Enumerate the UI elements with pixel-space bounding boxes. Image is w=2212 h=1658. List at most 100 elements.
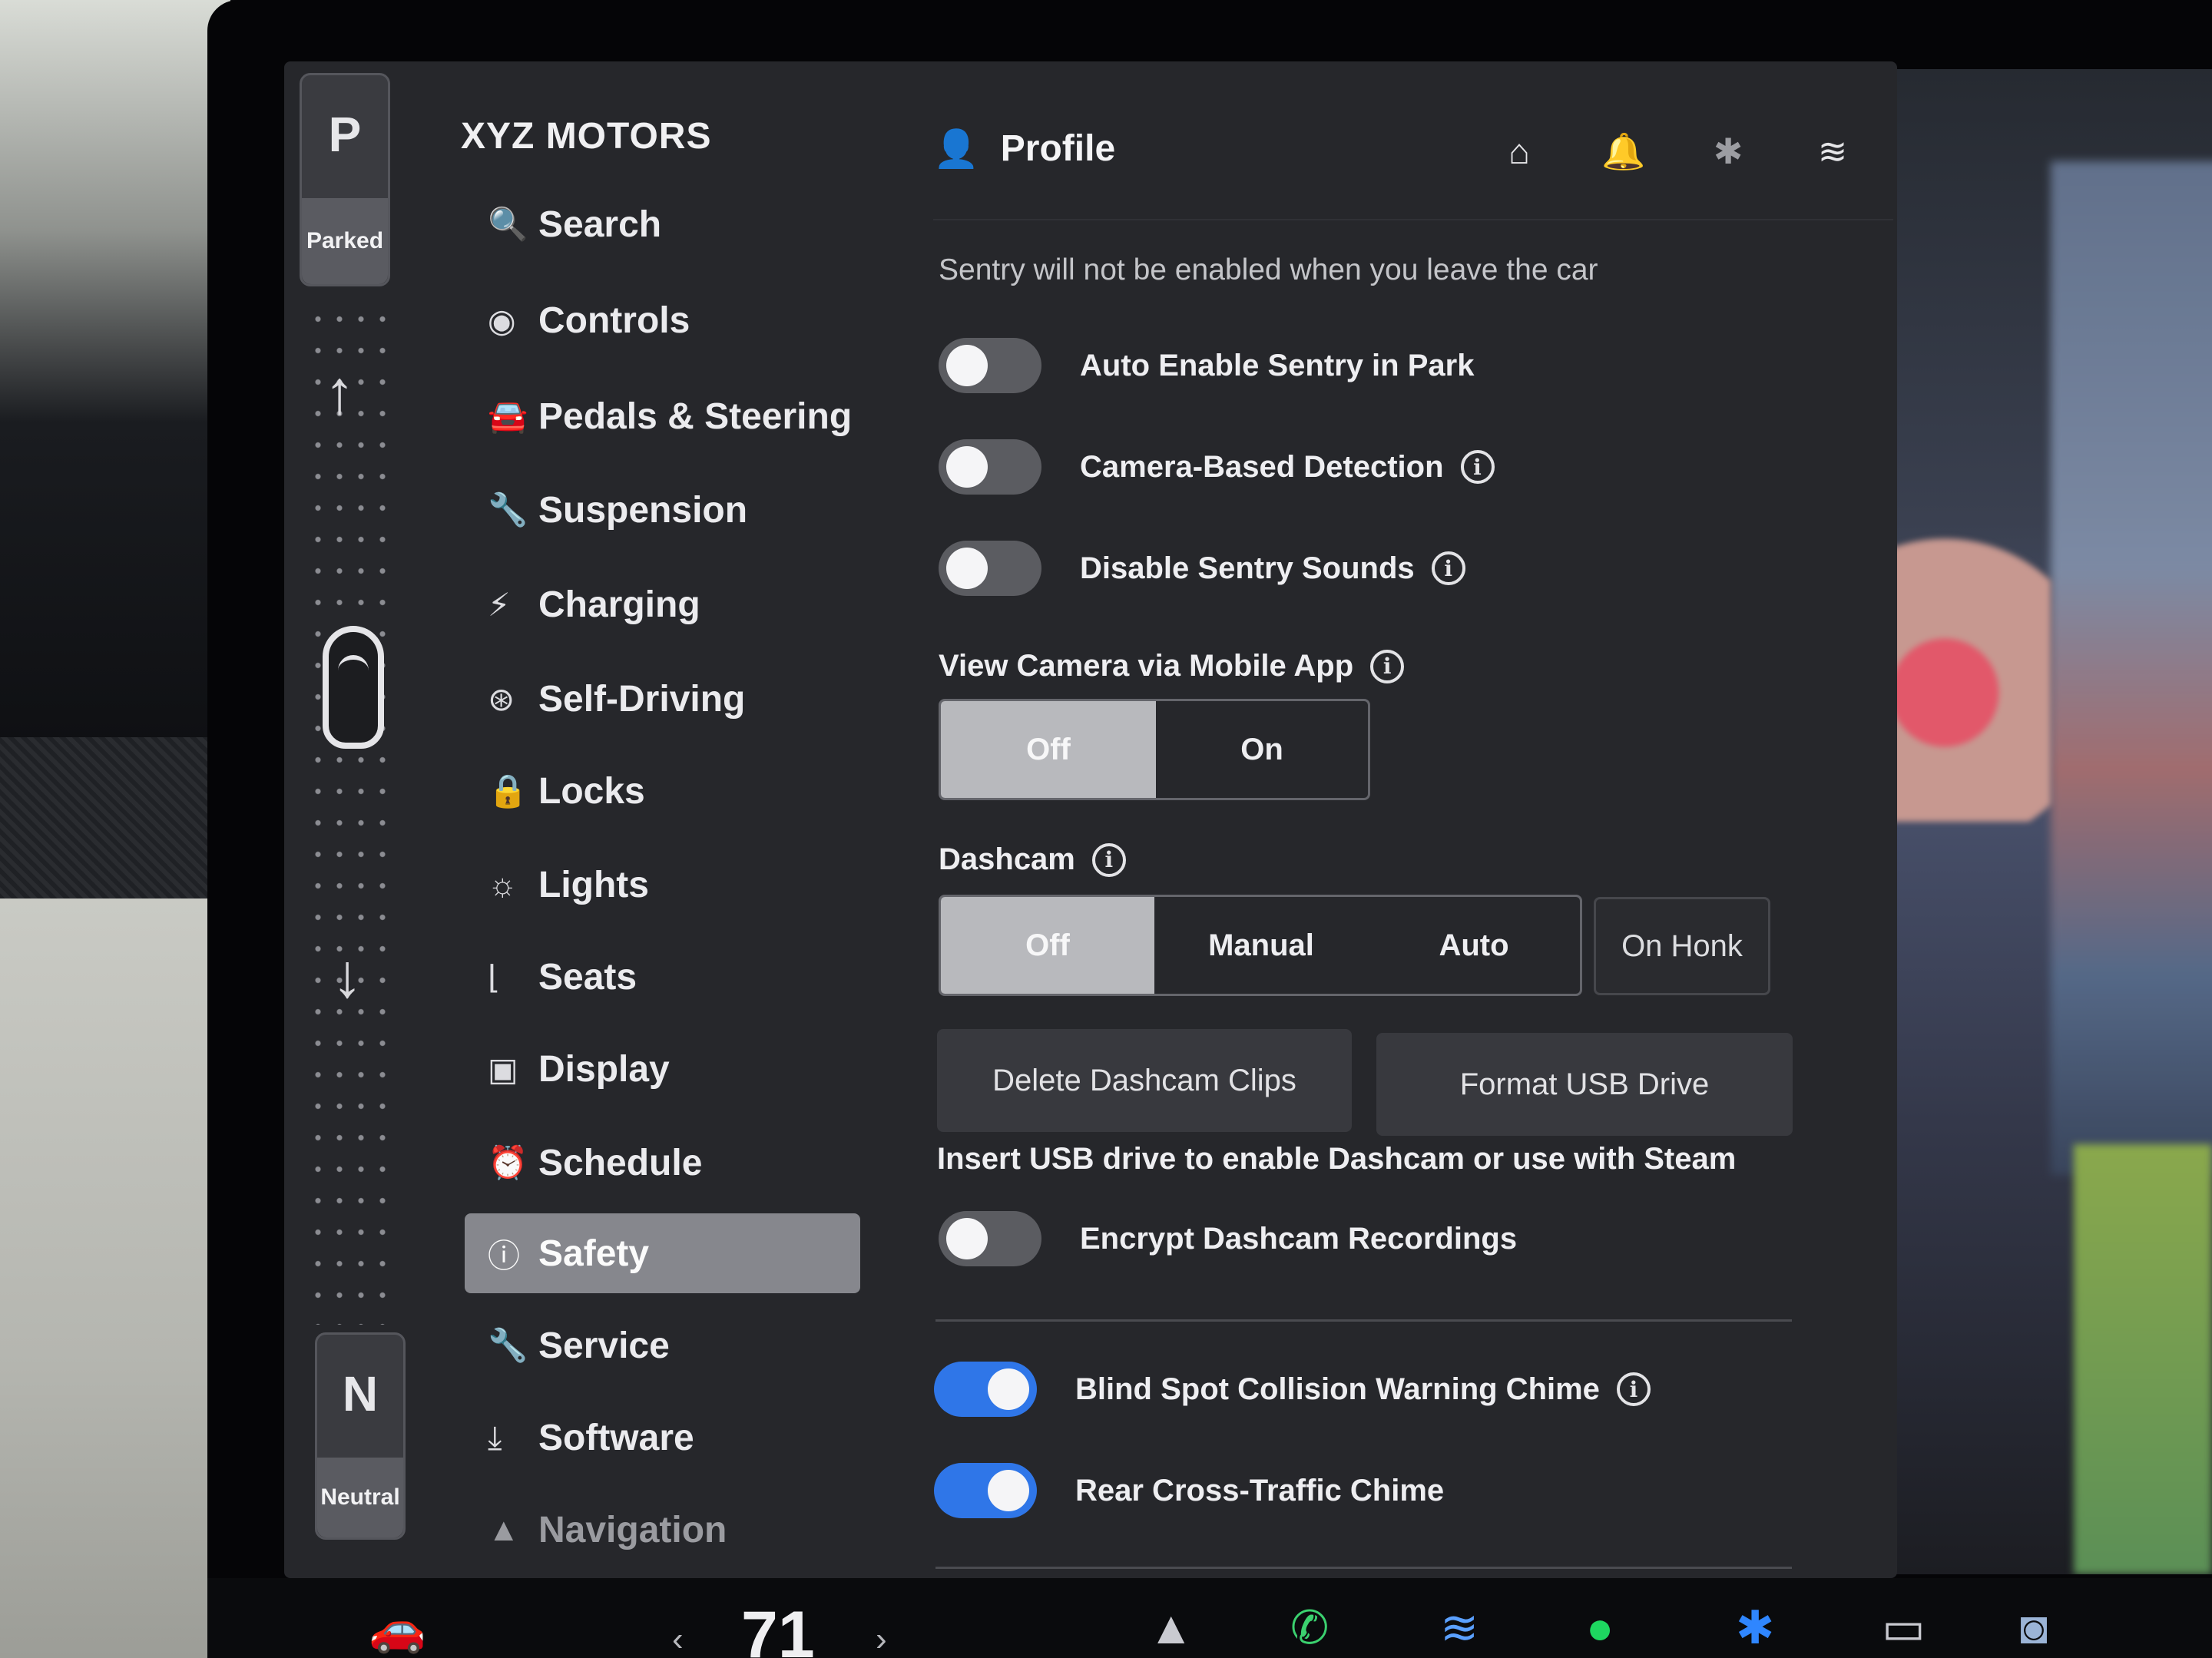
- lock-icon: 🔒: [488, 772, 528, 809]
- sidebar-item-label: Display: [538, 1048, 670, 1090]
- gear-neutral-state: Neutral: [317, 1458, 403, 1537]
- sidebar-item-self-driving[interactable]: ⊛ Self-Driving: [465, 659, 860, 739]
- sidebar-item-locks[interactable]: 🔒 Locks: [465, 751, 860, 831]
- wrench-icon: 🔧: [488, 1326, 528, 1363]
- format-usb-drive-button[interactable]: Format USB Drive: [1376, 1033, 1793, 1136]
- rear-cross-traffic-toggle[interactable]: [934, 1463, 1037, 1518]
- encrypt-dashcam-toggle[interactable]: [939, 1211, 1041, 1266]
- sidebar-item-safety[interactable]: ⓘ Safety: [465, 1213, 860, 1293]
- sidebar-item-software[interactable]: ⤓ Software: [465, 1398, 860, 1478]
- toggle-icon: ◉: [488, 302, 516, 339]
- camera-view-panel: [1874, 69, 2212, 1574]
- toggle-knob: [988, 1470, 1029, 1511]
- view-camera-title-text: View Camera via Mobile App: [939, 649, 1354, 683]
- camera-feed-lower: [2074, 1144, 2212, 1574]
- view-camera-off-option[interactable]: Off: [941, 701, 1156, 798]
- info-icon[interactable]: i: [1431, 551, 1465, 585]
- dashcam-off-option[interactable]: Off: [941, 897, 1154, 994]
- gear-slider-track[interactable]: [307, 303, 392, 1325]
- bell-icon[interactable]: 🔔: [1571, 131, 1676, 173]
- sidebar-item-controls[interactable]: ◉ Controls: [465, 280, 860, 360]
- background-photo-top: [0, 0, 230, 768]
- toggle-knob: [946, 548, 988, 589]
- sidebar-item-label: Self-Driving: [538, 678, 746, 720]
- gear-park-indicator[interactable]: P Parked: [300, 73, 390, 286]
- info-icon[interactable]: i: [1616, 1372, 1651, 1406]
- header-divider: [933, 219, 1893, 220]
- arrow-down-icon: ↓: [332, 942, 363, 1010]
- blind-spot-chime-label: Blind Spot Collision Warning Chime: [1075, 1372, 1600, 1406]
- spotify-icon[interactable]: ●: [1586, 1601, 1614, 1654]
- gear-neutral-indicator[interactable]: N Neutral: [315, 1332, 406, 1540]
- disable-sentry-sounds-label: Disable Sentry Sounds: [1080, 551, 1415, 585]
- sidebar-item-display[interactable]: ▣ Display: [465, 1029, 860, 1109]
- car-icon[interactable]: 🚗: [369, 1601, 426, 1656]
- garage-icon[interactable]: ⌂: [1467, 131, 1571, 173]
- toggle-row-rear-cross-traffic: Rear Cross-Traffic Chime: [934, 1463, 1444, 1518]
- phone-icon[interactable]: ✆: [1290, 1601, 1329, 1655]
- arrow-up-icon: ↑: [324, 358, 355, 426]
- sidebar-item-schedule[interactable]: ⏰ Schedule: [465, 1123, 860, 1203]
- delete-dashcam-clips-button[interactable]: Delete Dashcam Clips: [937, 1029, 1352, 1132]
- sidebar-item-charging[interactable]: ⚡ Charging: [465, 564, 860, 644]
- camera-based-detection-toggle[interactable]: [939, 439, 1041, 495]
- sidebar-item-suspension[interactable]: 🔧 Suspension: [465, 470, 860, 550]
- dashcam-on-honk-option[interactable]: On Honk: [1594, 897, 1770, 995]
- toggle-knob: [946, 345, 988, 386]
- sidebar-item-service[interactable]: 🔧 Service: [465, 1306, 860, 1385]
- dashcam-auto-option[interactable]: Auto: [1368, 897, 1580, 994]
- camera-app-icon[interactable]: ◙: [2020, 1601, 2048, 1654]
- gear-neutral-letter: N: [342, 1366, 379, 1421]
- sidebar-item-label: Navigation: [538, 1509, 727, 1550]
- toggle-row-blind-spot-chime: Blind Spot Collision Warning Chime i: [934, 1362, 1651, 1417]
- gear-selector[interactable]: P Parked ↑ ↓ N Neutral: [300, 73, 407, 1547]
- toggle-knob: [946, 1218, 988, 1259]
- wifi-icon[interactable]: ≋: [1780, 131, 1885, 173]
- section-divider: [935, 1319, 1792, 1322]
- temperature-display[interactable]: 71: [741, 1597, 815, 1658]
- calendar-icon[interactable]: ▭: [1882, 1601, 1926, 1655]
- toggle-row-auto-enable-sentry: Auto Enable Sentry in Park: [939, 338, 1474, 393]
- steering-wheel-icon: ⊛: [488, 680, 515, 717]
- sidebar-item-navigation[interactable]: ▲ Navigation: [465, 1490, 860, 1570]
- background-carbon-trim: [0, 737, 230, 906]
- profile-label: Profile: [1000, 128, 1116, 169]
- toggle-row-disable-sentry-sounds: Disable Sentry Sounds i: [939, 541, 1465, 596]
- lightning-icon: ⚡: [488, 586, 511, 623]
- camera-feed-image: [2051, 161, 2212, 1175]
- info-icon[interactable]: i: [1460, 450, 1495, 484]
- toggle-knob: [946, 446, 988, 488]
- status-bar: ⌂ 🔔 ✱ ≋: [1467, 131, 1885, 173]
- sidebar-item-lights[interactable]: ☼ Lights: [465, 845, 860, 925]
- info-icon[interactable]: i: [1370, 649, 1405, 683]
- auto-enable-sentry-toggle[interactable]: [939, 338, 1041, 393]
- encrypt-dashcam-label: Encrypt Dashcam Recordings: [1080, 1221, 1518, 1256]
- sidebar-item-search[interactable]: 🔍 Search: [465, 184, 860, 264]
- profile-button[interactable]: 👤 Profile: [933, 127, 1115, 170]
- sidebar-item-seats[interactable]: ⌊ Seats: [465, 937, 860, 1017]
- temp-increase-button[interactable]: ›: [876, 1620, 887, 1658]
- dashcam-manual-option[interactable]: Manual: [1154, 897, 1368, 994]
- sidebar-item-pedals-steering[interactable]: 🚘 Pedals & Steering: [465, 376, 860, 456]
- navigation-app-icon[interactable]: ▲: [1148, 1601, 1194, 1654]
- sidebar-item-label: Schedule: [538, 1142, 703, 1183]
- camera-based-detection-label: Camera-Based Detection: [1080, 449, 1444, 484]
- bluetooth-app-icon[interactable]: ✱: [1736, 1601, 1774, 1655]
- blind-spot-chime-toggle[interactable]: [934, 1362, 1037, 1417]
- display-icon: ▣: [488, 1051, 518, 1087]
- sun-icon: ☼: [488, 866, 518, 902]
- toggle-row-camera-detection: Camera-Based Detection i: [939, 439, 1495, 495]
- auto-enable-sentry-label: Auto Enable Sentry in Park: [1080, 348, 1475, 382]
- radio-icon[interactable]: ≋: [1440, 1601, 1479, 1655]
- view-camera-on-option[interactable]: On: [1156, 701, 1368, 798]
- bluetooth-icon[interactable]: ✱: [1676, 131, 1780, 173]
- sidebar-item-label: Locks: [538, 770, 645, 812]
- info-icon[interactable]: i: [1091, 842, 1126, 877]
- gear-park-letter: P: [328, 107, 362, 162]
- disable-sentry-sounds-toggle[interactable]: [939, 541, 1041, 596]
- view-camera-title: View Camera via Mobile App i: [939, 649, 1405, 683]
- temp-decrease-button[interactable]: ‹: [672, 1620, 684, 1658]
- toggle-knob: [988, 1368, 1029, 1410]
- dashcam-segmented-control: Off Manual Auto: [939, 895, 1582, 996]
- person-icon: 👤: [933, 129, 979, 170]
